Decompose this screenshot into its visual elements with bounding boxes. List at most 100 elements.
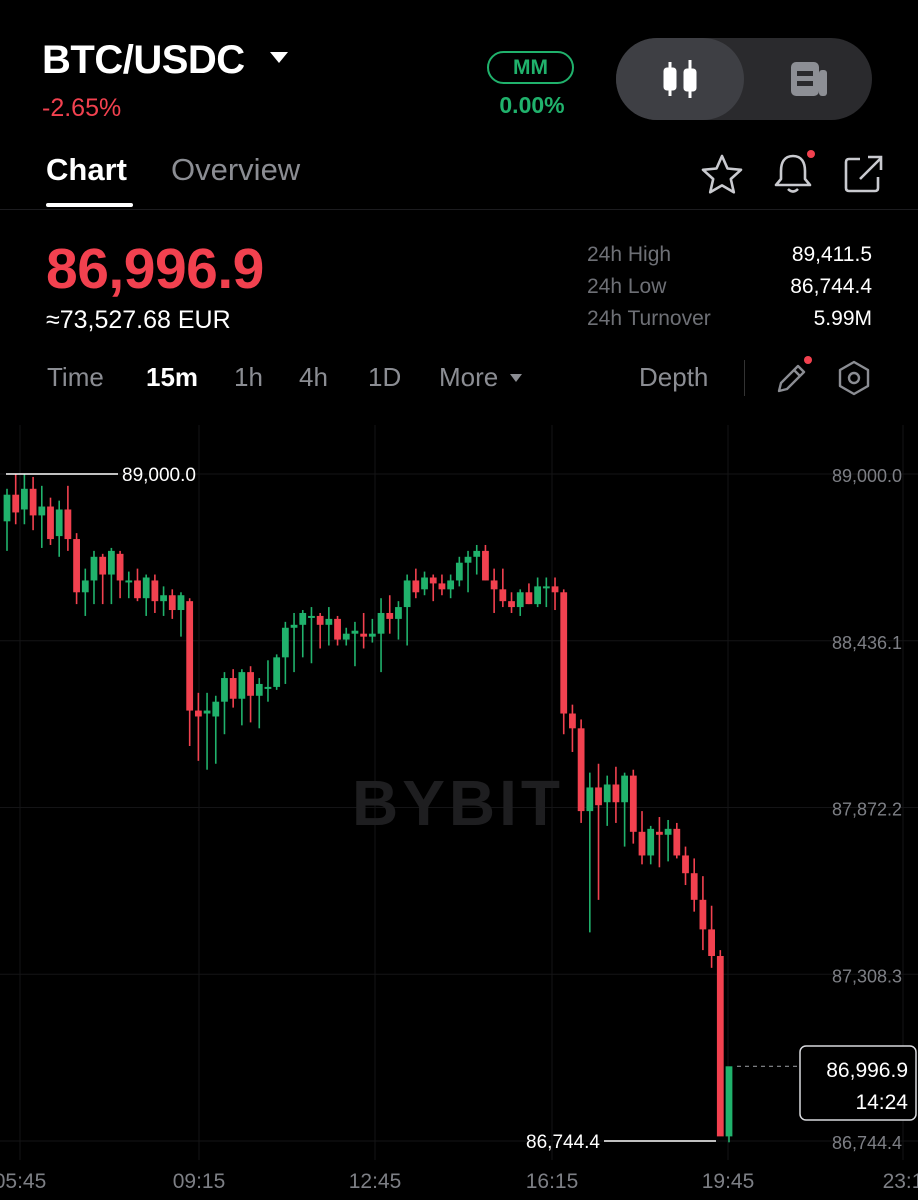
fiat-price: ≈73,527.68 EUR xyxy=(46,306,231,334)
candle-body xyxy=(560,592,568,714)
candle-body xyxy=(569,713,576,729)
candle-body xyxy=(316,615,324,625)
last-price: 86,996.9 xyxy=(46,237,264,301)
candle-body xyxy=(368,633,376,637)
tf-more[interactable]: More xyxy=(439,362,498,393)
candle-body xyxy=(151,580,159,602)
candle-body xyxy=(47,506,54,540)
candle-body xyxy=(55,509,63,537)
candle-body xyxy=(716,956,724,1137)
candle-body xyxy=(516,592,524,608)
mm-badge[interactable]: MM xyxy=(487,51,574,84)
candle-body xyxy=(595,787,602,806)
divider xyxy=(0,209,918,210)
candle-body xyxy=(81,580,89,593)
candle-body xyxy=(473,550,481,557)
candle-body xyxy=(708,929,715,957)
candle-body xyxy=(125,580,133,583)
candle-body xyxy=(273,657,281,687)
candle-body xyxy=(656,831,663,835)
candle-body xyxy=(395,607,402,619)
y-axis-tick: 89,000.0 xyxy=(832,466,902,486)
candle-body xyxy=(90,556,98,581)
chevron-down-icon[interactable] xyxy=(270,52,288,63)
countdown-label: 14:24 xyxy=(855,1091,908,1114)
candle-body xyxy=(603,784,611,803)
candle-body xyxy=(116,553,124,581)
candle-body xyxy=(12,494,20,513)
settings-hexagon-icon[interactable] xyxy=(835,359,873,402)
x-axis-tick: 23:1 xyxy=(883,1170,918,1193)
tf-time[interactable]: Time xyxy=(47,362,104,393)
candle-body xyxy=(586,787,594,812)
candle-body xyxy=(29,488,37,516)
candle-body xyxy=(429,577,437,584)
y-axis-tick: 87,872.2 xyxy=(832,800,902,820)
price-change-percent: -2.65% xyxy=(42,94,122,122)
tab-overview[interactable]: Overview xyxy=(171,152,300,188)
candle-body xyxy=(212,701,220,717)
tf-1d[interactable]: 1D xyxy=(368,362,401,393)
candle-body xyxy=(229,678,237,699)
x-axis-tick: 12:45 xyxy=(349,1170,402,1193)
candle-body xyxy=(525,592,533,605)
candle-body xyxy=(386,612,394,619)
candle-body xyxy=(551,586,559,593)
tab-chart[interactable]: Chart xyxy=(46,152,127,188)
candle-body xyxy=(455,562,463,581)
candle-body xyxy=(38,506,46,516)
candle-body xyxy=(308,615,315,618)
pair-selector[interactable]: BTC/USDC xyxy=(42,38,245,83)
document-icon xyxy=(791,62,827,96)
x-axis-tick: 05:45 xyxy=(0,1170,46,1193)
pencil-icon[interactable] xyxy=(772,360,810,403)
candle-body xyxy=(168,595,176,611)
candle-body xyxy=(621,775,629,803)
watermark: BYBIT xyxy=(352,767,564,839)
candle-body xyxy=(647,828,655,856)
candle-body xyxy=(194,710,202,717)
candle-body xyxy=(325,618,333,625)
tf-15m[interactable]: 15m xyxy=(146,362,198,393)
candle-body xyxy=(238,672,246,699)
mm-value: 0.00% xyxy=(499,92,565,118)
candle-body xyxy=(534,586,542,605)
candlestick-chart[interactable]: 89,000.0 88,436.1 87,872.2 87,308.3 86,744.4… xyxy=(0,425,918,1200)
more-caret-icon[interactable] xyxy=(510,374,522,382)
tf-4h[interactable]: 4h xyxy=(299,362,328,393)
candle-body xyxy=(134,580,141,599)
y-axis-tick: 87,308.3 xyxy=(832,966,902,986)
tf-1h[interactable]: 1h xyxy=(234,362,263,393)
candle-body xyxy=(255,683,263,696)
overview-mode-button[interactable] xyxy=(744,38,872,120)
candle-body xyxy=(403,580,411,608)
candle-body xyxy=(508,601,515,608)
stat-low-value: 86,744.4 xyxy=(790,275,872,298)
x-axis-tick: 16:15 xyxy=(526,1170,579,1193)
stat-low-label: 24h Low xyxy=(587,275,667,298)
candle-body xyxy=(464,556,472,563)
candle-body xyxy=(186,601,194,711)
chart-mode-button[interactable] xyxy=(616,38,744,120)
stat-high-label: 24h High xyxy=(587,243,672,266)
candle-body xyxy=(264,686,272,689)
candle-body xyxy=(299,612,307,625)
candle-body xyxy=(542,586,550,589)
depth-button[interactable]: Depth xyxy=(639,362,708,393)
candle-body xyxy=(21,488,28,510)
candle-body xyxy=(290,624,298,628)
candle-body xyxy=(638,831,646,856)
low-marker-label: 86,744.4 xyxy=(526,1132,600,1153)
x-axis-tick: 09:15 xyxy=(173,1170,226,1193)
candle-body xyxy=(412,580,420,593)
candle-body xyxy=(73,539,80,593)
star-icon[interactable] xyxy=(700,153,744,200)
stat-high-value: 89,411.5 xyxy=(791,243,872,266)
candle-body xyxy=(682,855,689,874)
candle-body xyxy=(247,672,254,696)
candle-body xyxy=(221,678,228,702)
candle-body xyxy=(499,589,507,602)
share-icon[interactable] xyxy=(842,152,886,201)
candle-body xyxy=(690,873,698,900)
candle-body xyxy=(64,509,72,540)
